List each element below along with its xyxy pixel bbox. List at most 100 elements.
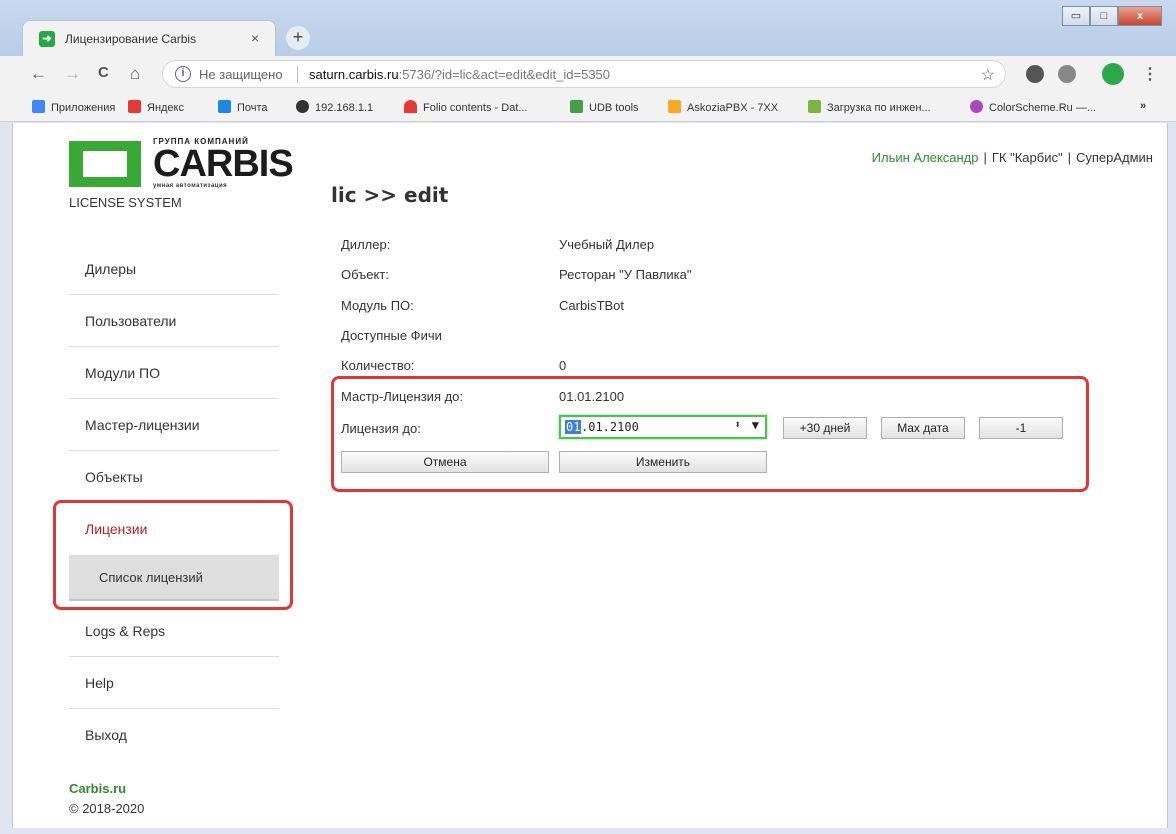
bookmark-item[interactable]: UDB tools [570, 100, 639, 114]
logo-square-inner [83, 151, 127, 177]
browser-toolbar: ← → C ⌂ i Не защищено saturn.carbis.ru:5… [0, 56, 1176, 92]
favicon-icon: ➜ [39, 31, 55, 47]
forward-icon[interactable]: → [64, 64, 81, 84]
bookmark-item[interactable]: Приложения [32, 100, 115, 114]
sidebar-item-software-modules[interactable]: Модули ПО [69, 347, 279, 399]
bookmark-item[interactable]: Почта [218, 100, 268, 114]
bookmark-label: UDB tools [589, 102, 639, 114]
bookmark-label: Folio contents - Dat... [423, 102, 528, 114]
sidebar-item-help[interactable]: Help [69, 657, 279, 709]
logo-tagline: умная автоматизация [153, 183, 228, 189]
extension-icon[interactable] [1026, 65, 1044, 83]
bookmark-item[interactable]: Folio contents - Dat... [404, 100, 528, 114]
user-role: СуперАдмин [1075, 150, 1153, 165]
sidebar-item-dealers[interactable]: Дилеры [69, 243, 279, 295]
sidebar-item-logout[interactable]: Выход [69, 709, 279, 761]
bookmark-label: 192.168.1.1 [315, 102, 374, 114]
tab-title: Лицензирование Carbis [65, 32, 197, 46]
folio-icon [404, 100, 417, 113]
bookmarks-bar: Приложения Яндекс Почта 192.168.1.1 Foli… [0, 92, 1176, 122]
cancel-button[interactable]: Отмена [341, 451, 549, 473]
calendar-dropdown-icon[interactable]: ▼ [752, 418, 759, 432]
carbis-site-link[interactable]: Carbis.ru [69, 781, 126, 796]
user-bar: Ильин Александр | ГК "Карбис" | СуперАдмин [872, 150, 1153, 165]
window-controls: ▭ □ x [1062, 6, 1162, 26]
bookmarks-more-icon[interactable]: » [1140, 100, 1146, 112]
plus-30-days-button[interactable]: +30 дней [783, 417, 867, 439]
home-icon[interactable]: ⌂ [130, 64, 140, 84]
bookmark-star-icon[interactable]: ☆ [981, 65, 995, 85]
apps-icon [32, 100, 45, 113]
field-value-object: Ресторан "У Павлика" [559, 267, 692, 282]
address-bar[interactable]: i Не защищено saturn.carbis.ru:5736/?id=… [162, 60, 1006, 88]
copyright: © 2018-2020 [69, 801, 145, 816]
change-button[interactable]: Изменить [559, 451, 767, 473]
browser-window: ➜ Лицензирование Carbis × + ▭ □ x ← → C … [0, 0, 1176, 834]
field-label-license-until: Лицензия до: [341, 421, 421, 436]
back-icon[interactable]: ← [30, 64, 47, 84]
bookmark-item[interactable]: AskoziaPBX - 7XX [668, 100, 778, 114]
title-bar: ➜ Лицензирование Carbis × + ▭ □ x [0, 0, 1176, 56]
bookmark-item[interactable]: 192.168.1.1 [296, 100, 373, 114]
sidebar-item-master-licenses[interactable]: Мастер-лицензии [69, 399, 279, 451]
page-content: ГРУППА КОМПАНИЙ CARBIS умная автоматизац… [12, 123, 1168, 828]
field-value-master-license-until: 01.01.2100 [559, 389, 625, 404]
sidebar-item-users[interactable]: Пользователи [69, 295, 279, 347]
field-label-available-features: Доступные Фичи [341, 328, 442, 343]
logo-brand-text: CARBIS [153, 143, 294, 185]
logo-square [69, 141, 141, 187]
url-path: :5736/?id=lic&act=edit&edit_id=5350 [398, 67, 611, 82]
license-date-input[interactable]: 01 .01.2100 ⬍ ▼ [559, 415, 767, 439]
date-rest-text: .01.2100 [581, 420, 639, 434]
bookmark-item[interactable]: ColorScheme.Ru —... [970, 100, 1096, 114]
info-icon[interactable]: i [175, 66, 191, 82]
max-date-button[interactable]: Max дата [881, 417, 965, 439]
address-separator [297, 66, 298, 83]
bookmark-item[interactable]: Яндекс [128, 100, 184, 114]
bookmark-label: Яндекс [147, 102, 184, 114]
colorscheme-icon [970, 100, 983, 113]
bookmark-label: Загрузка по инжен... [827, 102, 931, 114]
insecure-label: Не защищено [199, 67, 283, 82]
yandex-icon [128, 100, 141, 113]
field-label-object: Объект: [341, 267, 389, 282]
field-value-dealer: Учебный Дилер [559, 237, 655, 252]
bookmark-label: AskoziaPBX - 7XX [687, 102, 779, 114]
maximize-button[interactable]: □ [1090, 6, 1118, 26]
profile-avatar[interactable] [1102, 63, 1124, 85]
tab-close-icon[interactable]: × [251, 30, 259, 46]
sidebar-item-logs-reps[interactable]: Logs & Reps [69, 605, 279, 657]
bookmark-label: Приложения [51, 102, 116, 114]
new-tab-button[interactable]: + [286, 26, 310, 50]
separator: | [1067, 150, 1071, 165]
spinner-icon[interactable]: ⬍ [734, 418, 741, 431]
globe-icon [296, 100, 309, 113]
organization-name: ГК "Карбис" [991, 150, 1063, 165]
download-icon [808, 100, 821, 113]
user-name-link[interactable]: Ильин Александр [872, 150, 979, 165]
url-text: saturn.carbis.ru:5736/?id=lic&act=edit&e… [309, 67, 610, 82]
field-label-software-module: Модуль ПО: [341, 298, 414, 313]
reload-icon[interactable]: C [98, 64, 109, 81]
sidebar-item-objects[interactable]: Объекты [69, 451, 279, 503]
field-value-quantity: 0 [559, 358, 567, 373]
field-label-dealer: Диллер: [341, 237, 391, 252]
bookmark-label: ColorScheme.Ru —... [989, 102, 1096, 114]
carbis-logo[interactable]: ГРУППА КОМПАНИЙ CARBIS умная автоматизац… [69, 137, 294, 189]
field-value-software-module: CarbisTBot [559, 298, 625, 313]
separator: | [983, 150, 987, 165]
browser-tab[interactable]: ➜ Лицензирование Carbis × [22, 20, 276, 56]
highlight-frame-sidebar [53, 500, 293, 610]
bookmark-item[interactable]: Загрузка по инжен... [808, 100, 931, 114]
minus-one-button[interactable]: -1 [979, 417, 1063, 439]
menu-icon[interactable]: ⋮ [1142, 64, 1158, 84]
extension-icon[interactable] [1058, 65, 1076, 83]
minimize-button[interactable]: ▭ [1062, 6, 1090, 26]
field-label-master-license-until: Мастр-Лицензия до: [341, 389, 464, 404]
page-title: lic >> edit [331, 183, 449, 207]
close-window-button[interactable]: x [1118, 6, 1162, 26]
askozia-icon [668, 100, 681, 113]
udb-icon [570, 100, 583, 113]
mail-icon [218, 100, 231, 113]
field-label-quantity: Количество: [341, 358, 415, 373]
